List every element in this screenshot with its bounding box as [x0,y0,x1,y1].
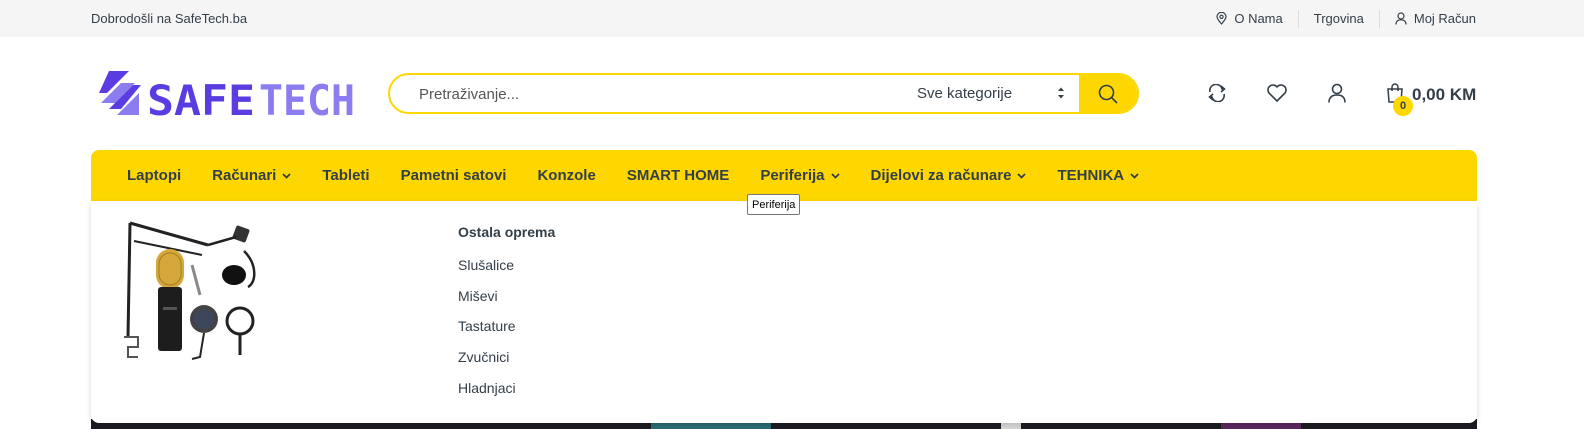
menu-link-zvucnici[interactable]: Zvučnici [458,349,516,380]
nav-item-label: Konzole [537,167,596,184]
nav-item-label: Pametni satovi [400,167,507,184]
nav-item-dijelovi[interactable]: Dijelovi za računare [871,167,1027,184]
nav-item-racunari[interactable]: Računari [212,167,291,184]
menu-link-hladnjaci[interactable]: Hladnjaci [458,380,516,411]
search-bar: Sve kategorije [388,73,1139,114]
search-icon [1098,84,1118,104]
logo-mark-icon: SAFE TECH [99,71,355,125]
welcome-text: Dobrodošli na SafeTech.ba [91,11,248,26]
nav-item-label: Tableti [322,167,370,184]
nav-item-smart-home[interactable]: SMART HOME [627,167,730,184]
top-link-label: Trgovina [1313,11,1364,26]
search-input[interactable] [419,84,899,104]
nav-tooltip: Periferija [747,194,801,215]
nav-item-laptopi[interactable]: Laptopi [127,167,181,184]
account-button[interactable] [1325,81,1349,105]
compare-icon [1208,84,1226,102]
location-pin-icon [1216,12,1227,25]
nav-item-label: Računari [212,167,277,184]
nav-item-label: Laptopi [127,167,182,184]
top-link-label: O Nama [1234,11,1283,26]
menu-link-slusalice[interactable]: Slušalice [458,257,516,288]
safetech-logo[interactable]: SAFE TECH [97,69,357,125]
cart-total: 0,00 KM [1412,85,1477,104]
user-icon [1395,12,1407,25]
menu-link-misevi[interactable]: Miševi [458,288,516,319]
svg-text:TECH: TECH [259,76,355,119]
top-link-account[interactable]: Moj Račun [1378,9,1476,28]
top-links: O Nama Trgovina Moj Račun [1201,0,1476,37]
nav-item-periferija[interactable]: Periferija [760,167,840,184]
nav-item-konzole[interactable]: Konzole [537,167,595,184]
menu-column-list: Slušalice Miševi Tastature Zvučnici Hlad… [458,257,516,410]
chevron-down-icon [1130,172,1139,179]
top-link-about[interactable]: O Nama [1201,10,1297,28]
nav-item-label: SMART HOME [626,167,730,184]
chevron-down-icon [830,172,840,179]
menu-link-tastature[interactable]: Tastature [458,318,516,349]
nav-item-tehnika[interactable]: TEHNIKA [1057,167,1139,184]
top-link-label: Moj Račun [1413,11,1476,26]
chevron-down-icon [282,172,291,179]
search-button[interactable] [1079,75,1137,112]
site-header: SAFE TECH Sve kategorije 0 0,00 KM [0,37,1584,149]
top-bar: Dobrodošli na SafeTech.ba O Nama Trgovin… [0,0,1584,37]
nav-item-label: Periferija [760,167,825,184]
category-select-value: Sve kategorije [917,85,1013,102]
menu-column-heading[interactable]: Ostala oprema [458,224,555,240]
microphone-kit-image[interactable] [116,215,266,365]
header-icons [1205,81,1385,105]
wishlist-button[interactable] [1265,81,1289,105]
nav-item-label: TEHNIKA [1057,167,1125,184]
compare-button[interactable] [1205,81,1229,105]
account-icon [1328,83,1346,103]
microphone-product-icon [124,221,256,360]
heart-icon [1267,84,1287,102]
nav-item-tableti[interactable]: Tableti [322,167,369,184]
cart-count-badge: 0 [1393,96,1413,116]
select-arrows-icon [1058,87,1064,99]
nav-item-label: Dijelovi za računare [870,167,1012,184]
top-link-shop[interactable]: Trgovina [1297,9,1379,28]
nav-item-pametni-satovi[interactable]: Pametni satovi [401,167,507,184]
periferija-mega-menu: Ostala oprema Slušalice Miševi Tastature… [91,201,1477,423]
category-select[interactable]: Sve kategorije [917,75,1079,112]
chevron-down-icon [1017,172,1027,179]
svg-text:SAFE: SAFE [147,76,255,119]
cart-button[interactable]: 0 0,00 KM [1386,81,1478,116]
